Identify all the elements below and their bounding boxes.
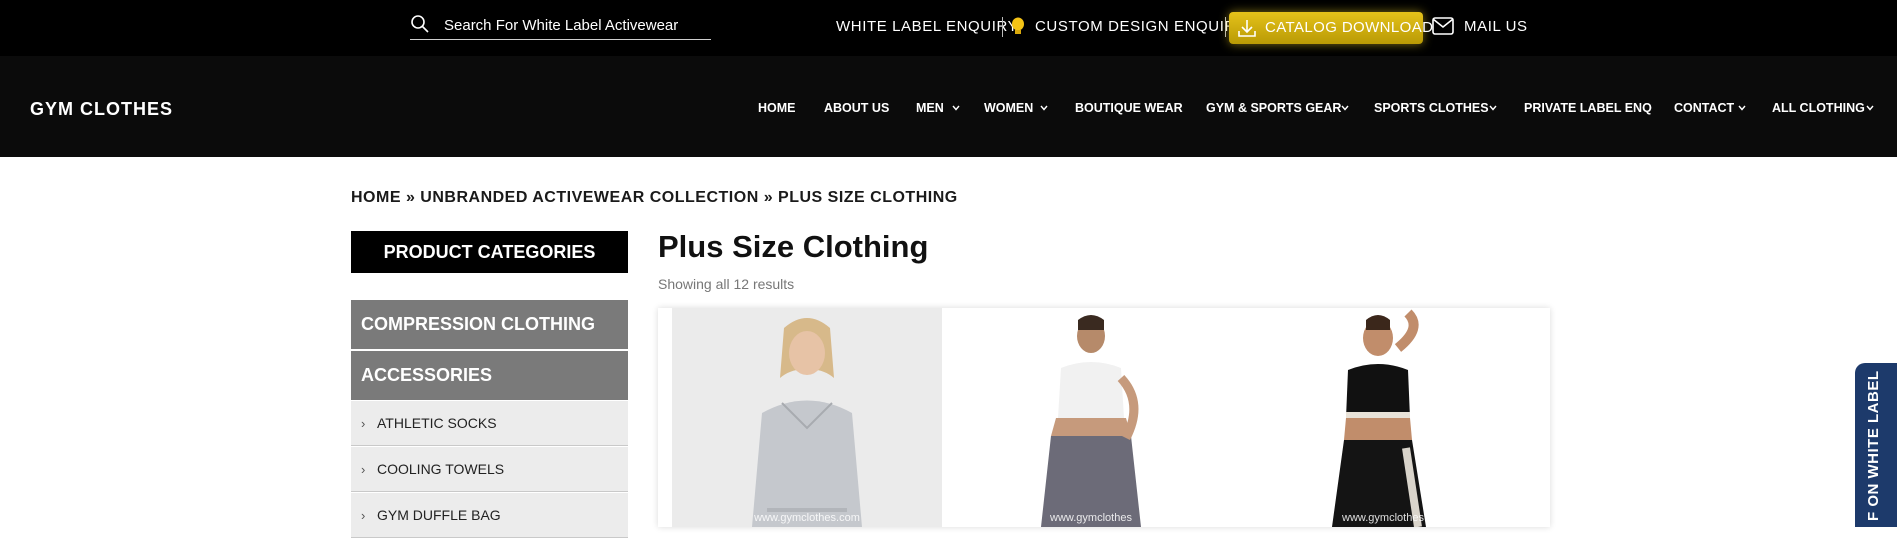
chevron-down-icon [1341, 105, 1349, 111]
product-card[interactable]: www.gymclothes [1248, 308, 1518, 527]
custom-design-enquiry-link[interactable]: CUSTOM DESIGN ENQUIRY [1035, 18, 1246, 35]
catalog-download-button[interactable]: CATALOG DOWNLOAD [1229, 12, 1433, 44]
watermark: www.gymclothes [1342, 512, 1424, 524]
chevron-down-icon [1489, 105, 1497, 111]
chevron-down-icon [1040, 105, 1048, 111]
breadcrumb[interactable]: HOME » UNBRANDED ACTIVEWEAR COLLECTION »… [351, 189, 958, 207]
mail-us-link[interactable]: MAIL US [1464, 18, 1528, 35]
subcategory-item[interactable]: › ATHLETIC SOCKS [351, 401, 628, 446]
nav-item-women[interactable]: WOMEN [984, 101, 1033, 115]
nav-item-boutique-wear[interactable]: BOUTIQUE WEAR [1075, 101, 1183, 115]
white-label-enquiry-link[interactable]: WHITE LABEL ENQUIRY [836, 18, 1018, 35]
chevron-right-icon: › [361, 462, 366, 477]
watermark: www.gymclothes.com [754, 512, 860, 524]
product-image[interactable] [956, 308, 1226, 527]
category-accessories[interactable]: ACCESSORIES [351, 351, 628, 400]
divider [1225, 17, 1226, 37]
nav-item-gym-sports-gear[interactable]: GYM & SPORTS GEAR [1206, 101, 1341, 115]
catalog-download-label: CATALOG DOWNLOAD [1265, 19, 1434, 36]
product-image[interactable] [672, 308, 942, 527]
nav-item-men[interactable]: MEN [916, 101, 944, 115]
chevron-down-icon [1738, 105, 1746, 111]
search-input[interactable] [444, 15, 704, 35]
subcategory-label: ATHLETIC SOCKS [377, 415, 497, 431]
lightbulb-icon [1012, 17, 1024, 34]
top-bar: WHITE LABEL ENQUIRY CUSTOM DESIGN ENQUIR… [0, 0, 1897, 56]
divider [1002, 17, 1003, 37]
nav-item-contact[interactable]: CONTACT [1674, 101, 1734, 115]
site-logo[interactable]: GYM CLOTHES [30, 99, 173, 120]
nav-item-about-us[interactable]: ABOUT US [824, 101, 889, 115]
results-count: Showing all 12 results [658, 276, 795, 292]
nav-item-private-label-enq[interactable]: PRIVATE LABEL ENQ [1524, 101, 1652, 115]
product-grid: www.gymclothes.com www.gymclothes www.gy… [658, 308, 1550, 527]
subcategory-item[interactable]: › COOLING TOWELS [351, 447, 628, 492]
nav-item-all-clothing[interactable]: ALL CLOTHING [1772, 101, 1865, 115]
mail-icon[interactable] [1432, 16, 1454, 36]
nav-item-sports-clothes[interactable]: SPORTS CLOTHES [1374, 101, 1489, 115]
chevron-right-icon: › [361, 508, 366, 523]
watermark: www.gymclothes [1050, 512, 1132, 524]
main-navigation: GYM CLOTHES HOME ABOUT US MEN WOMEN BOUT… [0, 56, 1897, 157]
search-icon[interactable] [410, 14, 430, 34]
subcategory-label: COOLING TOWELS [377, 461, 505, 477]
download-icon [1238, 20, 1256, 37]
chevron-down-icon [1866, 105, 1874, 111]
subcategory-label: GYM DUFFLE BAG [377, 507, 501, 523]
search-bar[interactable] [410, 12, 711, 40]
product-image[interactable] [1248, 308, 1518, 527]
category-compression-clothing[interactable]: COMPRESSION CLOTHING [351, 300, 628, 349]
page-title: Plus Size Clothing [658, 229, 929, 264]
product-card[interactable]: www.gymclothes.com [672, 308, 942, 527]
subcategory-item[interactable]: › GYM DUFFLE BAG [351, 493, 628, 538]
white-label-side-tab[interactable]: F ON WHITE LABEL [1855, 363, 1897, 527]
nav-item-home[interactable]: HOME [758, 101, 796, 115]
product-categories-heading: PRODUCT CATEGORIES [351, 231, 628, 273]
chevron-down-icon [952, 105, 960, 111]
side-tab-label: F ON WHITE LABEL [1865, 370, 1882, 522]
chevron-right-icon: › [361, 416, 366, 431]
product-card[interactable]: www.gymclothes [956, 308, 1226, 527]
